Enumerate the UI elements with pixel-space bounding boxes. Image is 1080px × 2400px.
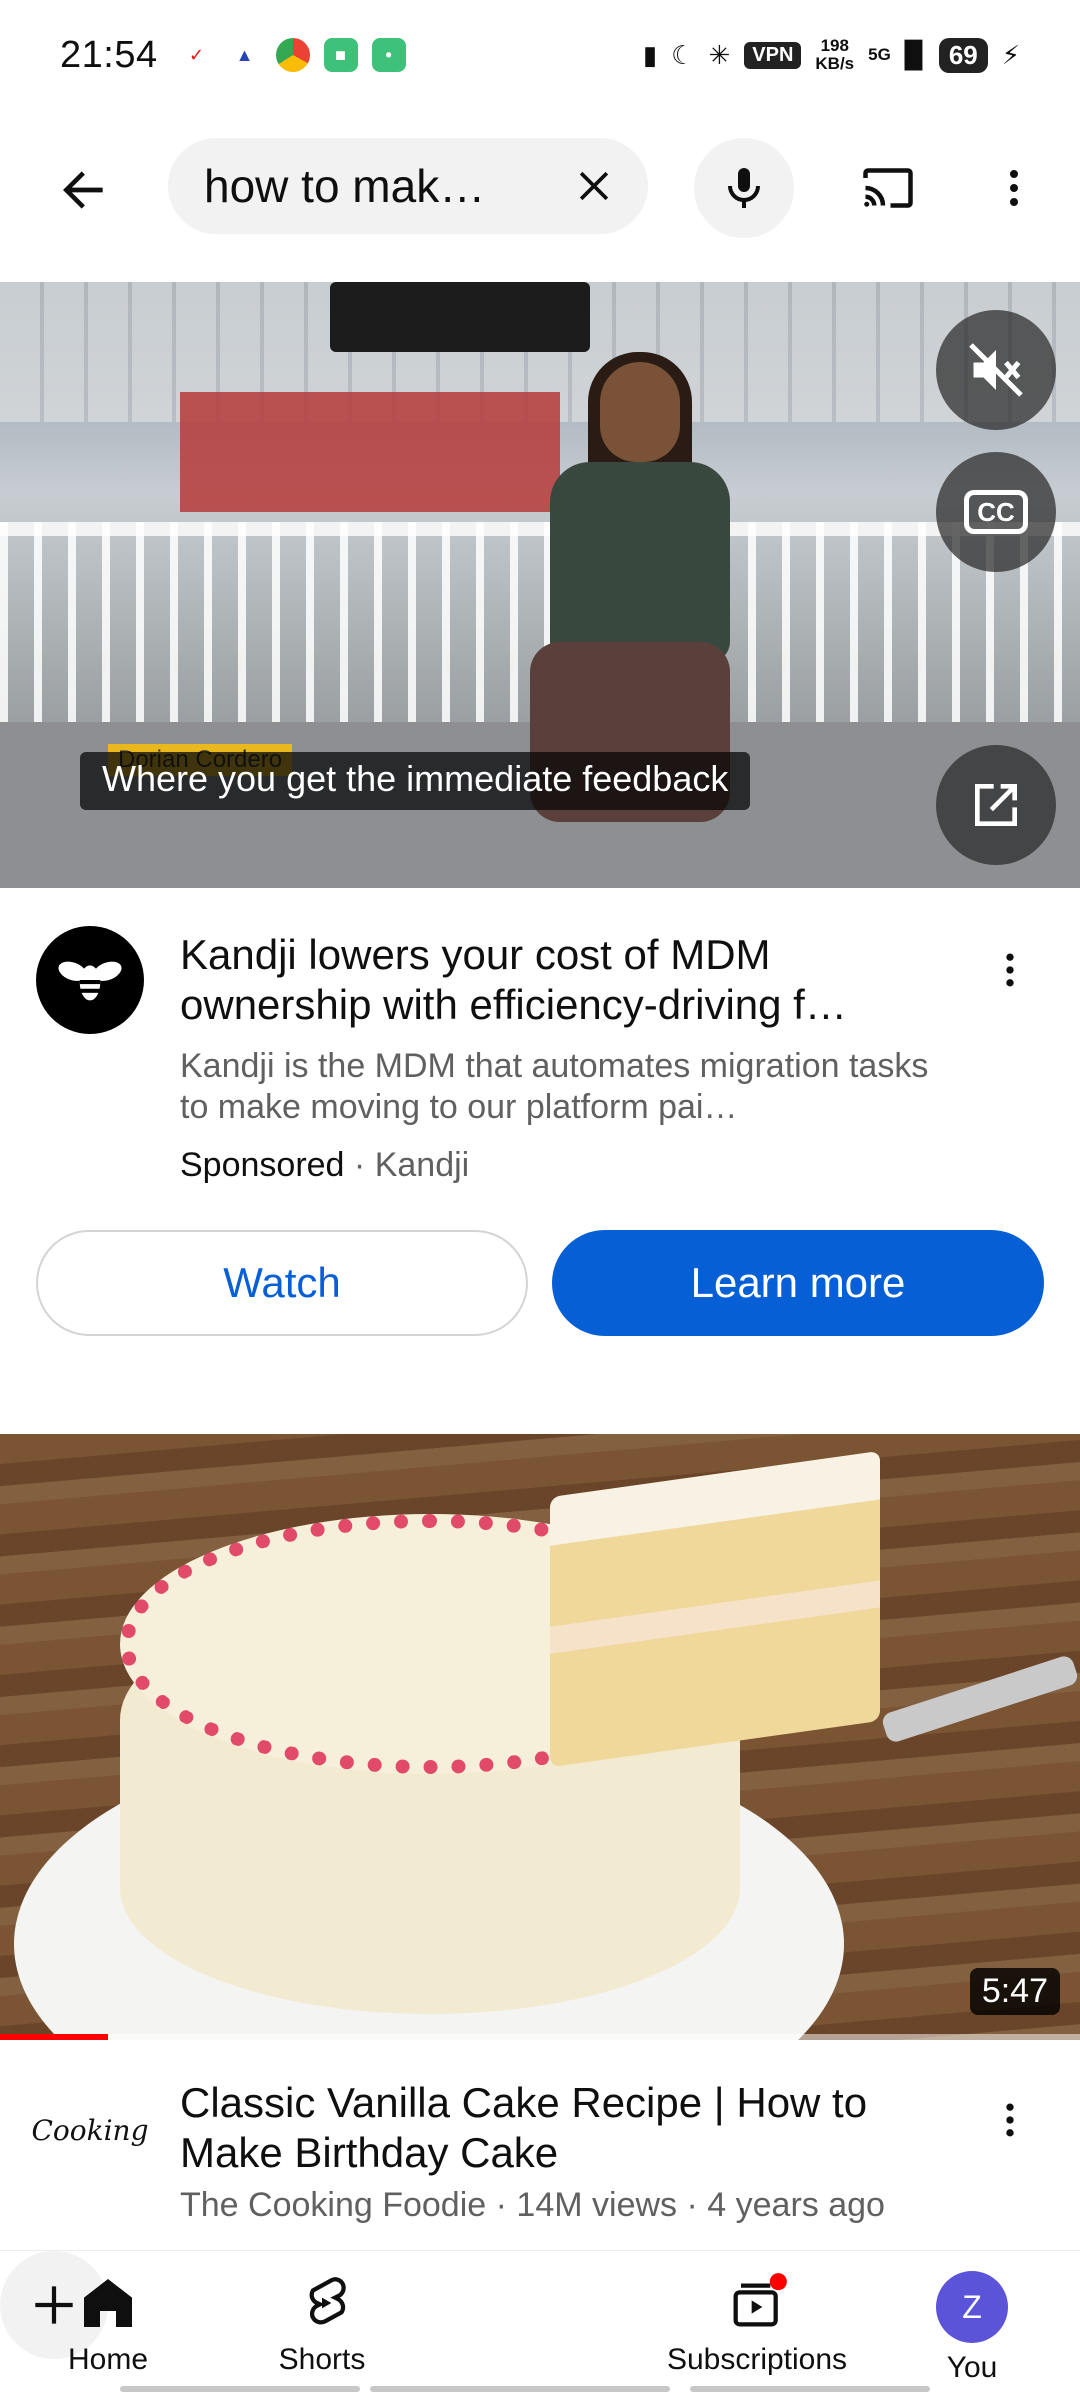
- gesture-bar-center: [370, 2386, 670, 2392]
- volume-off-icon: [969, 343, 1023, 397]
- advertiser-avatar[interactable]: [36, 926, 144, 1034]
- mute-button[interactable]: [936, 310, 1056, 430]
- video-info: Cooking Classic Vanilla Cake Recipe | Ho…: [0, 2070, 1080, 2240]
- watch-button[interactable]: Watch: [36, 1230, 528, 1336]
- nav-subscriptions[interactable]: Subscriptions: [657, 2271, 857, 2391]
- watch-progress-fill: [0, 2034, 108, 2040]
- charging-icon: ⚡: [1001, 39, 1020, 70]
- back-button[interactable]: [36, 142, 132, 238]
- open-external-button[interactable]: [936, 745, 1056, 865]
- gesture-bar-right: [690, 2386, 930, 2392]
- clear-search-button[interactable]: [554, 146, 634, 226]
- chrome-icon: [275, 38, 310, 72]
- more-options-button[interactable]: [966, 140, 1062, 236]
- nav-shorts-label: Shorts: [278, 2343, 366, 2376]
- video-thumbnail[interactable]: 5:47: [0, 1434, 1080, 2040]
- status-right-group: ▮ ☾ ✳ VPN 198 KB/s 5G ▉ 69 ⚡: [643, 37, 1020, 73]
- nav-shorts[interactable]: Shorts: [222, 2271, 422, 2391]
- status-app-icons: ✓ ▲ ■ •: [179, 38, 406, 72]
- thumb-cake-slice: [550, 1450, 880, 1768]
- separator-dot: ·: [353, 1146, 366, 1184]
- voice-search-button[interactable]: [694, 138, 794, 238]
- notification-cat-icon: ▲: [227, 38, 262, 72]
- user-avatar: Z: [936, 2271, 1008, 2343]
- close-icon: [579, 171, 609, 201]
- ad-video-player[interactable]: Dorian Cordero Where you get the immedia…: [0, 282, 1080, 888]
- separator-dot: ·: [686, 2186, 698, 2224]
- captions-button[interactable]: CC: [936, 452, 1056, 572]
- network-type: 5G: [868, 45, 891, 64]
- ad-more-button[interactable]: [980, 930, 1040, 1010]
- speed-unit: KB/s: [815, 54, 855, 73]
- gesture-bar-left: [120, 2386, 360, 2392]
- status-time: 21:54: [60, 33, 158, 76]
- search-header: how to mak…: [0, 130, 1080, 250]
- battery-level: 69: [938, 37, 988, 73]
- separator-dot: ·: [495, 2186, 507, 2224]
- watch-progress-bar: [0, 2034, 1080, 2040]
- open-in-new-icon: [975, 784, 1017, 826]
- nav-home[interactable]: Home: [8, 2271, 208, 2391]
- bee-logo-icon: [58, 961, 122, 1001]
- sponsored-label: Sponsored: [180, 1146, 345, 1184]
- learn-more-button[interactable]: Learn more: [552, 1230, 1044, 1336]
- ad-info: Kandji lowers your cost of MDM ownership…: [0, 920, 1080, 1200]
- arrow-left-icon: [63, 171, 103, 209]
- more-vertical-icon: [1010, 170, 1018, 206]
- cast-button[interactable]: [840, 140, 936, 236]
- scene-sign: [330, 282, 590, 352]
- cast-icon: [863, 168, 913, 208]
- more-vertical-icon: [1006, 2103, 1014, 2137]
- ad-description[interactable]: Kandji is the MDM that automates migrati…: [180, 1046, 940, 1128]
- video-duration: 5:47: [969, 1968, 1060, 2015]
- nav-you-label: You: [946, 2351, 998, 2384]
- channel-name: The Cooking Foodie: [180, 2186, 487, 2224]
- scene-wall: [180, 392, 560, 512]
- network-speed: 198 KB/s: [815, 37, 854, 73]
- notification-app-icon: ✓: [179, 38, 214, 72]
- nav-home-label: Home: [67, 2343, 149, 2376]
- shorts-icon: [309, 2277, 346, 2325]
- channel-logo-text: Cooking: [31, 2113, 149, 2147]
- channel-avatar[interactable]: Cooking: [31, 2076, 149, 2184]
- ad-sponsor-line: Sponsored · Kandji: [180, 1146, 469, 1185]
- signal-icon: ▉: [904, 39, 925, 70]
- subscriptions-icon: [733, 2273, 787, 2327]
- home-icon: [84, 2279, 132, 2327]
- search-query: how to mak…: [204, 160, 486, 212]
- more-vertical-icon: [1006, 953, 1014, 987]
- speed-value: 198: [820, 36, 849, 55]
- moon-icon: ☾: [671, 39, 695, 70]
- nav-you[interactable]: Z You: [872, 2271, 1072, 2391]
- upload-age: 4 years ago: [707, 2186, 885, 2224]
- view-count: 14M views: [516, 2186, 678, 2224]
- nav-subscriptions-label: Subscriptions: [666, 2343, 848, 2376]
- bottom-navigation: Home Shorts Subscriptions Z You: [0, 2250, 1080, 2400]
- hotspot-icon: •: [371, 38, 406, 72]
- video-title[interactable]: Classic Vanilla Cake Recipe | How to Mak…: [180, 2078, 960, 2178]
- video-subtitle: The Cooking Foodie · 14M views · 4 years…: [180, 2186, 885, 2225]
- advertiser-name: Kandji: [374, 1146, 470, 1184]
- video-caption: Where you get the immediate feedback: [80, 752, 751, 810]
- ad-title[interactable]: Kandji lowers your cost of MDM ownership…: [180, 930, 960, 1030]
- video-more-button[interactable]: [980, 2080, 1040, 2160]
- microphone-icon: [728, 168, 760, 208]
- vpn-badge: VPN: [744, 41, 802, 69]
- search-input[interactable]: how to mak…: [168, 138, 648, 234]
- vibrate-icon: ▮: [642, 39, 658, 70]
- bluetooth-icon: ✳: [708, 39, 731, 70]
- notification-green-icon: ■: [323, 38, 358, 72]
- status-bar: 21:54 ✓ ▲ ■ • ▮ ☾ ✳ VPN 198 KB/s 5G ▉ 69…: [0, 0, 1080, 110]
- closed-captions-icon: CC: [964, 490, 1028, 534]
